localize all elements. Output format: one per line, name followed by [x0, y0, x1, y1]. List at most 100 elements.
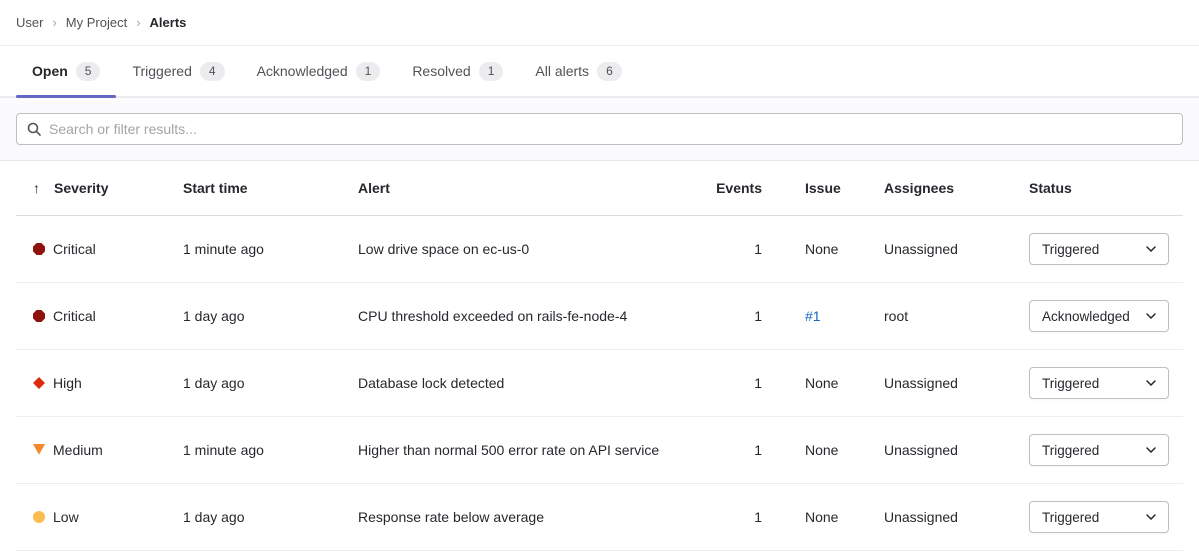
column-header-severity[interactable]: ↑ Severity — [16, 180, 183, 196]
tab-open-label: Open — [32, 63, 68, 79]
tab-triggered-count-badge: 4 — [200, 62, 225, 81]
issue-cell: None — [770, 375, 884, 391]
severity-cell: Medium — [16, 442, 183, 458]
start-time-cell: 1 day ago — [183, 509, 358, 525]
status-cell: Acknowledged — [1029, 300, 1183, 332]
events-count-cell: 1 — [712, 442, 770, 458]
chevron-down-icon — [1146, 313, 1156, 319]
tab-open[interactable]: Open 5 — [16, 46, 116, 96]
table-row[interactable]: Critical1 day agoCPU threshold exceeded … — [16, 283, 1183, 350]
assignees-cell: Unassigned — [884, 241, 1029, 257]
assignees-cell: Unassigned — [884, 375, 1029, 391]
breadcrumb-user[interactable]: User — [16, 15, 43, 30]
status-dropdown[interactable]: Triggered — [1029, 501, 1169, 533]
column-header-events[interactable]: Events — [712, 180, 770, 196]
table-header-row: ↑ Severity Start time Alert Events Issue… — [16, 161, 1183, 216]
status-dropdown-label: Triggered — [1042, 376, 1099, 391]
status-dropdown-label: Triggered — [1042, 242, 1099, 257]
filter-band — [0, 98, 1199, 161]
issue-cell: None — [770, 241, 884, 257]
status-dropdown-label: Triggered — [1042, 443, 1099, 458]
status-dropdown[interactable]: Triggered — [1029, 367, 1169, 399]
issue-cell: #1 — [770, 308, 884, 324]
alert-title-cell[interactable]: Database lock detected — [358, 375, 712, 391]
tab-acknowledged[interactable]: Acknowledged 1 — [241, 46, 397, 96]
status-dropdown[interactable]: Triggered — [1029, 233, 1169, 265]
events-count-cell: 1 — [712, 375, 770, 391]
breadcrumb: User › My Project › Alerts — [0, 0, 1199, 46]
tab-all-alerts-label: All alerts — [535, 63, 589, 79]
assignees-cell: root — [884, 308, 1029, 324]
severity-label: Critical — [53, 241, 96, 257]
issue-none-label: None — [805, 442, 838, 458]
severity-high-icon — [33, 377, 45, 389]
status-dropdown[interactable]: Triggered — [1029, 434, 1169, 466]
events-count-cell: 1 — [712, 241, 770, 257]
severity-cell: Low — [16, 509, 183, 525]
assignees-cell: Unassigned — [884, 442, 1029, 458]
severity-cell: High — [16, 375, 183, 391]
issue-link[interactable]: #1 — [805, 308, 821, 324]
column-header-issue: Issue — [770, 180, 884, 196]
chevron-down-icon — [1146, 514, 1156, 520]
breadcrumb-alerts: Alerts — [150, 15, 187, 30]
alert-title-cell[interactable]: CPU threshold exceeded on rails-fe-node-… — [358, 308, 712, 324]
chevron-down-icon — [1146, 380, 1156, 386]
severity-label: Medium — [53, 442, 103, 458]
status-cell: Triggered — [1029, 367, 1183, 399]
severity-label: Low — [53, 509, 79, 525]
start-time-cell: 1 minute ago — [183, 241, 358, 257]
tab-resolved-label: Resolved — [412, 63, 470, 79]
status-dropdown-label: Triggered — [1042, 510, 1099, 525]
status-dropdown[interactable]: Acknowledged — [1029, 300, 1169, 332]
start-time-cell: 1 minute ago — [183, 442, 358, 458]
tab-all-alerts-count-badge: 6 — [597, 62, 622, 81]
status-cell: Triggered — [1029, 233, 1183, 265]
status-cell: Triggered — [1029, 434, 1183, 466]
tab-acknowledged-count-badge: 1 — [356, 62, 381, 81]
table-row[interactable]: Low 1 day agoResponse rate below average1… — [16, 484, 1183, 551]
chevron-right-icon: › — [136, 15, 140, 30]
events-count-cell: 1 — [712, 308, 770, 324]
tab-triggered[interactable]: Triggered 4 — [116, 46, 240, 96]
column-header-start-time[interactable]: Start time — [183, 180, 358, 196]
alerts-table-body: Critical1 minute agoLow drive space on e… — [16, 216, 1183, 551]
breadcrumb-my-project[interactable]: My Project — [66, 15, 127, 30]
tab-resolved[interactable]: Resolved 1 — [396, 46, 519, 96]
column-header-assignees: Assignees — [884, 180, 1029, 196]
alert-title-cell[interactable]: Higher than normal 500 error rate on API… — [358, 442, 712, 458]
status-cell: Triggered — [1029, 501, 1183, 533]
issue-cell: None — [770, 509, 884, 525]
issue-none-label: None — [805, 509, 838, 525]
severity-medium-icon — [33, 444, 45, 456]
chevron-right-icon: › — [52, 15, 56, 30]
severity-critical-icon — [33, 243, 45, 255]
chevron-down-icon — [1146, 246, 1156, 252]
alert-title-cell[interactable]: Response rate below average — [358, 509, 712, 525]
alert-title-cell[interactable]: Low drive space on ec-us-0 — [358, 241, 712, 257]
table-row[interactable]: Medium 1 minute agoHigher than normal 500… — [16, 417, 1183, 484]
severity-critical-icon — [33, 310, 45, 322]
issue-none-label: None — [805, 241, 838, 257]
tab-resolved-count-badge: 1 — [479, 62, 504, 81]
issue-none-label: None — [805, 375, 838, 391]
status-dropdown-label: Acknowledged — [1042, 309, 1130, 324]
search-input[interactable] — [16, 113, 1183, 145]
assignees-cell: Unassigned — [884, 509, 1029, 525]
events-count-cell: 1 — [712, 509, 770, 525]
column-header-alert[interactable]: Alert — [358, 180, 712, 196]
severity-cell: Critical — [16, 308, 183, 324]
column-header-severity-label: Severity — [54, 180, 108, 196]
sort-ascending-icon: ↑ — [33, 180, 40, 196]
issue-cell: None — [770, 442, 884, 458]
tab-all-alerts[interactable]: All alerts 6 — [519, 46, 637, 96]
table-row[interactable]: Critical 1 minute agoLow drive space on e… — [16, 216, 1183, 283]
table-row[interactable]: High1 day agoDatabase lock detected1 None… — [16, 350, 1183, 417]
chevron-down-icon — [1146, 447, 1156, 453]
alerts-table: ↑ Severity Start time Alert Events Issue… — [0, 161, 1199, 551]
start-time-cell: 1 day ago — [183, 308, 358, 324]
severity-low-icon — [33, 511, 45, 523]
severity-cell: Critical — [16, 241, 183, 257]
tab-acknowledged-label: Acknowledged — [257, 63, 348, 79]
start-time-cell: 1 day ago — [183, 375, 358, 391]
